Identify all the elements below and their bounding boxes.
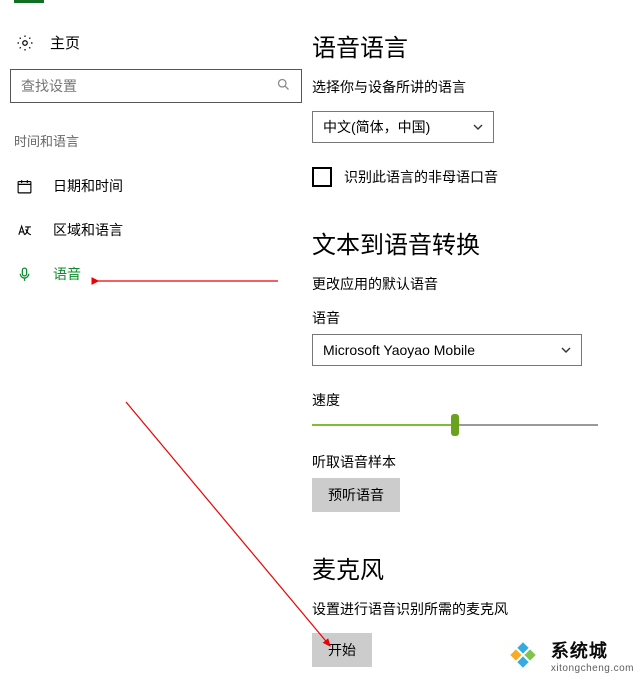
watermark-logo-icon [503,635,543,675]
sidebar-item-label: 日期和时间 [53,176,123,196]
speed-label: 速度 [312,390,630,410]
preview-voice-button[interactable]: 预听语音 [312,478,400,512]
checkbox-label: 识别此语言的非母语口音 [344,167,498,187]
speech-language-dropdown[interactable]: 中文(简体，中国) [312,111,494,143]
checkbox-icon [312,167,332,187]
language-icon [16,222,33,239]
sidebar-item-region[interactable]: 区域和语言 [10,208,302,252]
chevron-down-icon [473,119,483,135]
sidebar-item-speech[interactable]: 语音 [10,252,302,296]
watermark-name: 系统城 [551,637,634,663]
search-input[interactable] [21,78,276,94]
voice-label: 语音 [312,308,630,328]
tts-desc: 更改应用的默认语音 [312,274,630,294]
tts-heading: 文本到语音转换 [312,225,630,260]
chevron-down-icon [561,342,571,358]
speech-language-heading: 语音语言 [312,28,630,63]
nonnative-accent-checkbox[interactable]: 识别此语言的非母语口音 [312,167,630,187]
dropdown-value: Microsoft Yaoyao Mobile [323,342,475,358]
sidebar-item-label: 语音 [53,264,81,284]
gear-icon [16,34,34,52]
nav-group-title: 时间和语言 [10,125,302,164]
speech-language-desc: 选择你与设备所讲的语言 [312,77,630,97]
home-label: 主页 [50,32,80,53]
slider-thumb[interactable] [451,414,459,436]
search-icon [276,77,291,95]
sidebar-item-label: 区域和语言 [53,220,123,240]
watermark-url: xitongcheng.com [551,663,634,674]
speed-slider[interactable] [312,424,598,426]
home-row[interactable]: 主页 [10,28,302,63]
microphone-heading: 麦克风 [312,550,630,585]
search-input-wrap[interactable] [10,69,302,103]
voice-dropdown[interactable]: Microsoft Yaoyao Mobile [312,334,582,366]
sidebar-item-datetime[interactable]: 日期和时间 [10,164,302,208]
dropdown-value: 中文(简体，中国) [323,117,430,137]
mic-start-button[interactable]: 开始 [312,633,372,667]
microphone-icon [16,266,33,283]
calendar-icon [16,178,33,195]
sample-label: 听取语音样本 [312,452,630,472]
watermark: 系统城 xitongcheng.com [503,635,634,675]
microphone-desc: 设置进行语音识别所需的麦克风 [312,599,630,619]
